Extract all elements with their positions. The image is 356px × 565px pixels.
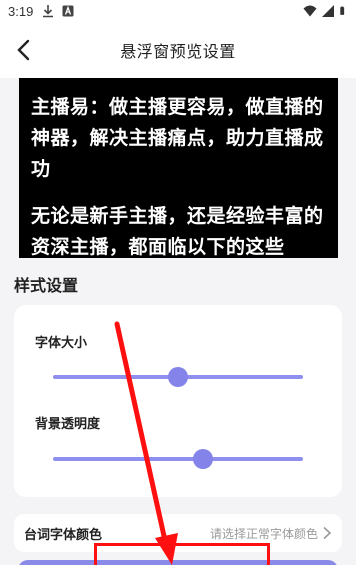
signal-icon (322, 5, 334, 17)
wifi-icon (303, 5, 317, 17)
status-bar: 3:19 (0, 0, 356, 22)
chevron-left-icon (17, 39, 30, 61)
battery-icon (340, 6, 345, 15)
floating-window-preview: 主播易：做主播更容易，做直播的神器，解决主播痛点，助力直播成功 无论是新手主播，… (19, 78, 338, 258)
page-title: 悬浮窗预览设置 (120, 42, 236, 61)
back-button[interactable] (10, 36, 36, 64)
slider-track (53, 457, 303, 461)
section-title: 样式设置 (14, 276, 79, 295)
preview-paragraph: 无论是新手主播，还是经验丰富的资深主播，都面临以下的这些 (31, 205, 324, 258)
notification-a-icon (62, 5, 74, 17)
font-size-slider[interactable] (53, 367, 303, 387)
slider-thumb[interactable] (168, 367, 188, 387)
slider-thumb[interactable] (193, 449, 213, 469)
chevron-right-icon (323, 526, 332, 540)
status-time: 3:19 (8, 3, 34, 19)
download-icon (43, 5, 54, 18)
preview-paragraph: 主播易：做主播更容易，做直播的神器，解决主播痛点，助力直播成功 (31, 96, 324, 180)
header: 悬浮窗预览设置 (0, 22, 356, 78)
bg-opacity-label: 背景透明度 (35, 417, 101, 432)
lyrics-font-color-placeholder: 请选择正常字体颜色 (209, 526, 318, 541)
font-size-label: 字体大小 (35, 336, 88, 351)
annotation-highlight-box (94, 543, 270, 565)
bg-opacity-slider[interactable] (53, 449, 303, 469)
lyrics-font-color-label: 台词字体颜色 (24, 527, 103, 543)
